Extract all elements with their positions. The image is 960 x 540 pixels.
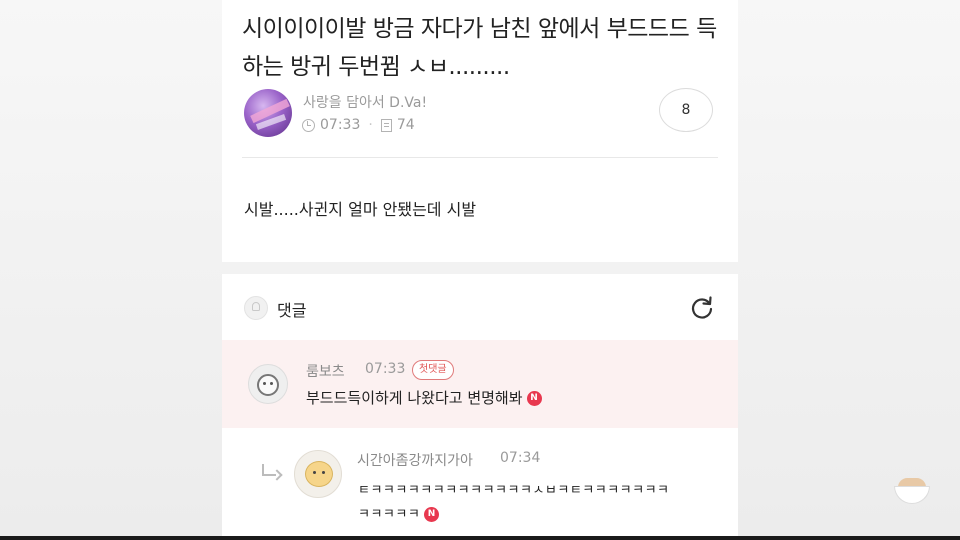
comments-label: 댓글: [277, 301, 307, 320]
reply-text-line2: ㅋㅋㅋㅋㅋ N: [358, 503, 440, 522]
phone-screen: 시이이이이발 방금 자다가 남친 앞에서 부드드드 득하는 방귀 두번뀜 ㅅㅂ.…: [222, 0, 738, 540]
comment-text-content: 부드드득이하게 나왔다고 변명해봐: [306, 389, 523, 407]
reply-text-line1: ㅌㅋㅋㅋㅋㅋㅋㅋㅋㅋㅋㅋㅋㅋㅅㅂㅋㅌㅋㅋㅋㅋㅋㅋㅋ: [358, 483, 670, 498]
reply-text-line2-content: ㅋㅋㅋㅋㅋ: [358, 507, 421, 522]
new-badge-icon: N: [424, 507, 440, 522]
section-gap: [222, 262, 738, 274]
reply-item: 시간아좀강까지가아 07:34 ㅌㅋㅋㅋㅋㅋㅋㅋㅋㅋㅋㅋㅋㅋㅅㅂㅋㅌㅋㅋㅋㅋㅋㅋ…: [222, 428, 738, 540]
post-body: 시발.....사귄지 얼마 안됐는데 시발: [244, 200, 477, 219]
post-title: 시이이이이발 방금 자다가 남친 앞에서 부드드드 득하는 방귀 두번뀜 ㅅㅂ.…: [242, 16, 717, 80]
bottom-edge: [0, 536, 960, 540]
clock-icon: [302, 118, 315, 132]
post-time: 07:33: [320, 117, 361, 133]
reply-arrow-icon: [262, 464, 276, 476]
bowl-logo-icon: [892, 476, 932, 506]
author-name[interactable]: 사랑을 담아서 D.Va!: [303, 92, 427, 112]
replier-name[interactable]: 시간아좀강까지가아: [357, 450, 473, 470]
comment-count-button[interactable]: 8: [659, 88, 713, 132]
divider: [242, 157, 718, 158]
refresh-icon[interactable]: [688, 294, 716, 322]
comment-count: 8: [681, 102, 691, 118]
comment-text: 부드드득이하게 나왔다고 변명해봐 N: [306, 387, 542, 408]
first-comment-badge: 첫댓글: [412, 360, 454, 380]
views-icon: [380, 118, 392, 132]
comments-header: 댓글: [222, 274, 738, 340]
new-badge-icon: N: [526, 391, 542, 406]
author-avatar[interactable]: [244, 89, 292, 137]
comment-time: 07:33: [365, 361, 406, 377]
meta-separator: ·: [368, 117, 373, 133]
bell-icon[interactable]: [244, 296, 268, 320]
post-meta: 07:33 · 74: [302, 117, 415, 133]
reply-time: 07:34: [500, 450, 541, 466]
replier-avatar[interactable]: [294, 450, 342, 498]
commenter-avatar[interactable]: [248, 364, 288, 404]
post-header: 시이이이이발 방금 자다가 남친 앞에서 부드드드 득하는 방귀 두번뀜 ㅅㅂ.…: [222, 0, 738, 262]
comment-item: 룸보츠 07:33 첫댓글 부드드득이하게 나왔다고 변명해봐 N: [222, 340, 738, 428]
post-views: 74: [396, 117, 415, 133]
commenter-name[interactable]: 룸보츠: [306, 361, 345, 381]
